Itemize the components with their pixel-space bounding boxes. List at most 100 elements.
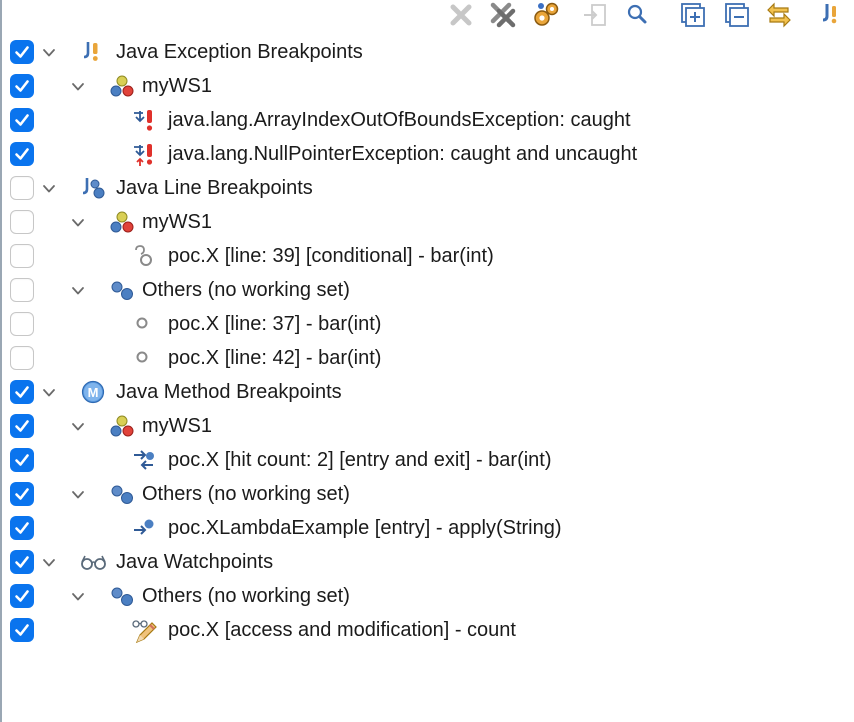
tree-category-row[interactable]: M Java Method Breakpoints (0, 375, 854, 409)
chevron-down-icon[interactable] (42, 46, 56, 58)
tree-breakpoint-row[interactable]: poc.X [line: 42] - bar(int) (0, 341, 854, 375)
enable-checkbox[interactable] (10, 618, 34, 642)
chevron-down-icon[interactable] (42, 386, 56, 398)
tree-group-row[interactable]: myWS1 (0, 205, 854, 239)
enable-checkbox[interactable] (10, 584, 34, 608)
checkmark-icon (15, 454, 29, 466)
svg-text:M: M (88, 385, 99, 400)
tree-item-label: Java Exception Breakpoints (116, 41, 363, 63)
enable-checkbox[interactable] (10, 142, 34, 166)
enable-checkbox[interactable] (10, 482, 34, 506)
enable-checkbox[interactable] (10, 40, 34, 64)
enable-checkbox[interactable] (10, 346, 34, 370)
working-set-blue-icon (108, 482, 134, 506)
enable-checkbox[interactable] (10, 414, 34, 438)
chevron-down-icon[interactable] (42, 182, 56, 194)
tree-item-label: Others (no working set) (142, 279, 350, 301)
chevron-down-icon[interactable] (71, 590, 85, 602)
tree-item-label: myWS1 (142, 415, 212, 437)
checkmark-icon (15, 148, 29, 160)
checkmark-icon (15, 488, 29, 500)
tree-item-label: Others (no working set) (142, 585, 350, 607)
checkmark-icon (15, 556, 29, 568)
chevron-down-icon[interactable] (42, 556, 56, 568)
enable-checkbox[interactable] (10, 550, 34, 574)
expand-all-button[interactable] (678, 0, 708, 30)
tree-item-label: java.lang.NullPointerException: caught a… (168, 143, 638, 165)
method-entry-icon (131, 516, 157, 540)
tree-item-label: Java Line Breakpoints (116, 177, 313, 199)
tree-category-row[interactable]: Java Line Breakpoints (0, 171, 854, 205)
skip-all-breakpoints-button[interactable] (531, 0, 561, 30)
tree-breakpoint-row[interactable]: java.lang.NullPointerException: caught a… (0, 137, 854, 171)
exception-breakpoint-uncaught-icon (131, 142, 157, 166)
go-to-file-button[interactable] (580, 0, 610, 30)
tree-category-row[interactable]: Java Watchpoints (0, 545, 854, 579)
collapse-all-button[interactable] (722, 0, 752, 30)
tree-item-label: java.lang.ArrayIndexOutOfBoundsException… (168, 109, 631, 131)
working-set-red-icon (108, 210, 134, 234)
tree-breakpoint-row[interactable]: poc.XLambdaExample [entry] - apply(Strin… (0, 511, 854, 545)
tree-item-label: myWS1 (142, 75, 212, 97)
tree-group-row[interactable]: Others (no working set) (0, 273, 854, 307)
enable-checkbox[interactable] (10, 380, 34, 404)
checkmark-icon (15, 386, 29, 398)
enable-checkbox[interactable] (10, 448, 34, 472)
enable-checkbox[interactable] (10, 176, 34, 200)
java-line-category-icon (80, 176, 106, 200)
tree-category-row[interactable]: Java Exception Breakpoints (0, 35, 854, 69)
watchpoint-glasses-icon (80, 550, 106, 574)
tree-item-label: poc.X [line: 42] - bar(int) (168, 347, 382, 369)
conditional-breakpoint-icon (131, 244, 157, 268)
checkmark-icon (15, 114, 29, 126)
chevron-down-icon[interactable] (71, 80, 85, 92)
tree-group-row[interactable]: Others (no working set) (0, 477, 854, 511)
skip-breakpoints-icon (534, 2, 559, 26)
working-set-blue-icon (108, 278, 134, 302)
enable-checkbox[interactable] (10, 74, 34, 98)
show-breakpoints-button[interactable] (623, 0, 653, 30)
tree-breakpoint-row[interactable]: poc.X [hit count: 2] [entry and exit] - … (0, 443, 854, 477)
remove-all-breakpoints-button[interactable] (488, 0, 518, 30)
line-breakpoint-disabled-icon (131, 346, 157, 370)
checkmark-icon (15, 624, 29, 636)
enable-checkbox[interactable] (10, 516, 34, 540)
working-set-red-icon (108, 414, 134, 438)
remove-all-icon (490, 2, 516, 28)
enable-checkbox[interactable] (10, 108, 34, 132)
tree-group-row[interactable]: myWS1 (0, 409, 854, 443)
tree-item-label: poc.X [line: 39] [conditional] - bar(int… (168, 245, 494, 267)
line-breakpoint-disabled-icon (131, 312, 157, 336)
java-exception-breakpoint-button[interactable] (818, 0, 848, 30)
tree-group-row[interactable]: myWS1 (0, 69, 854, 103)
tree-breakpoint-row[interactable]: poc.X [line: 39] [conditional] - bar(int… (0, 239, 854, 273)
enable-checkbox[interactable] (10, 278, 34, 302)
chevron-down-icon[interactable] (71, 216, 85, 228)
tree-group-row[interactable]: Others (no working set) (0, 579, 854, 613)
java-exception-category-icon (80, 40, 106, 64)
tree-item-label: Java Watchpoints (116, 551, 274, 573)
breakpoints-toolbar (0, 0, 854, 36)
enable-checkbox[interactable] (10, 312, 34, 336)
breakpoints-tree: Java Exception Breakpoints myWS1 java.la… (0, 35, 854, 647)
tree-item-label: myWS1 (142, 211, 212, 233)
tree-item-label: poc.X [line: 37] - bar(int) (168, 313, 382, 335)
tree-item-label: Others (no working set) (142, 483, 350, 505)
tree-item-label: poc.XLambdaExample [entry] - apply(Strin… (168, 517, 562, 539)
go-to-file-icon (584, 4, 606, 26)
chevron-down-icon[interactable] (71, 284, 85, 296)
link-with-debug-view-button[interactable] (764, 0, 794, 30)
chevron-down-icon[interactable] (71, 420, 85, 432)
link-arrows-icon (767, 2, 791, 28)
tree-breakpoint-row[interactable]: poc.X [line: 37] - bar(int) (0, 307, 854, 341)
tree-breakpoint-row[interactable]: poc.X [access and modification] - count (0, 613, 854, 647)
tree-breakpoint-row[interactable]: java.lang.ArrayIndexOutOfBoundsException… (0, 103, 854, 137)
enable-checkbox[interactable] (10, 244, 34, 268)
java-exception-icon (822, 4, 837, 24)
checkmark-icon (15, 522, 29, 534)
magnifier-icon (627, 4, 647, 24)
remove-selected-breakpoints-button[interactable] (446, 0, 476, 30)
checkmark-icon (15, 590, 29, 602)
enable-checkbox[interactable] (10, 210, 34, 234)
chevron-down-icon[interactable] (71, 488, 85, 500)
